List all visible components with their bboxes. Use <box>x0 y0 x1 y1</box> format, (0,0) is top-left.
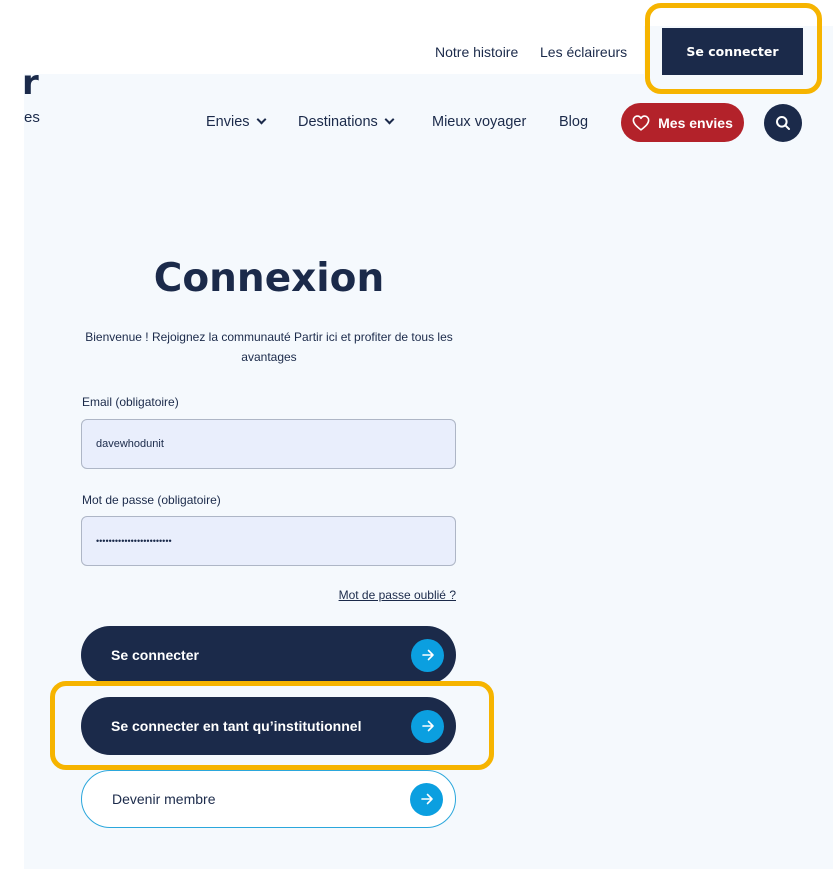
top-link-les-eclaireurs[interactable]: Les éclaireurs <box>540 44 627 60</box>
forgot-password-link[interactable]: Mot de passe oublié ? <box>320 588 456 602</box>
intro-text: Bienvenue ! Rejoignez la communauté Part… <box>85 330 453 364</box>
top-link-notre-histoire[interactable]: Notre histoire <box>435 44 518 60</box>
nav-item-mieux-voyager[interactable]: Mieux voyager <box>432 114 526 130</box>
nav-item-envies[interactable]: Envies <box>206 114 266 130</box>
page-title: Connexion <box>153 256 385 301</box>
header-connect-button[interactable]: Se connecter <box>662 28 803 75</box>
email-label: Email (obligatoire) <box>82 395 179 409</box>
top-strip <box>24 0 833 26</box>
heart-icon <box>632 114 650 131</box>
password-field[interactable] <box>81 516 456 566</box>
arrow-right-icon <box>410 782 443 816</box>
nav-item-label: Mieux voyager <box>432 114 527 130</box>
search-icon <box>776 116 790 130</box>
connect-button-label: Se connecter <box>111 647 199 663</box>
nav-item-label: Destinations <box>298 114 378 130</box>
wishlist-label: Mes envies <box>658 114 733 131</box>
site-logo-subtext: es <box>24 109 40 126</box>
password-label: Mot de passe (obligatoire) <box>82 493 221 507</box>
become-member-label: Devenir membre <box>112 791 216 807</box>
chevron-down-icon <box>384 114 395 125</box>
become-member-button[interactable]: Devenir membre <box>81 770 456 828</box>
connect-button[interactable]: Se connecter <box>81 626 456 684</box>
institutional-connect-label: Se connecter en tant qu’institutionnel <box>111 718 362 734</box>
nav-item-label: Blog <box>559 114 589 130</box>
site-logo[interactable]: r <box>22 66 39 100</box>
nav-item-blog[interactable]: Blog <box>559 114 588 130</box>
institutional-connect-button[interactable]: Se connecter en tant qu’institutionnel <box>81 697 456 755</box>
arrow-right-icon <box>411 638 444 672</box>
chevron-down-icon <box>256 114 266 125</box>
search-button[interactable] <box>764 104 802 142</box>
wishlist-button[interactable]: Mes envies <box>621 103 744 142</box>
arrow-right-icon <box>411 709 444 743</box>
nav-item-label: Envies <box>206 114 250 130</box>
nav-item-destinations[interactable]: Destinations <box>298 114 395 130</box>
email-field[interactable] <box>81 419 456 469</box>
